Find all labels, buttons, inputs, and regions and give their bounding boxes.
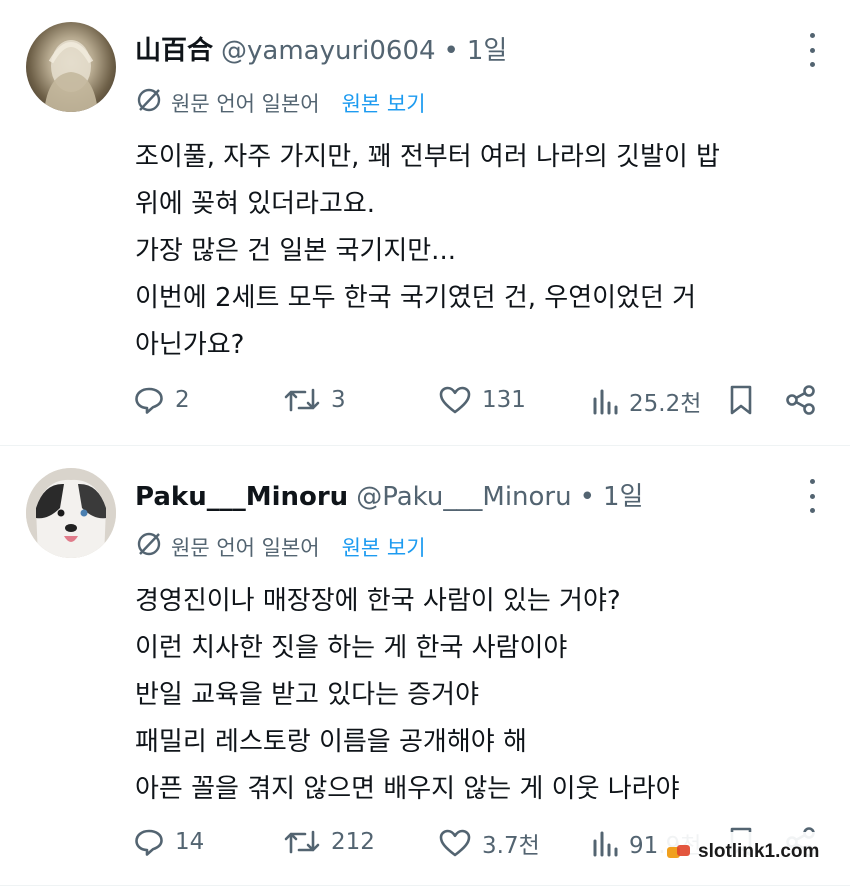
reply-icon: [135, 387, 163, 414]
reply-count: 14: [175, 829, 205, 855]
avatar[interactable]: [26, 22, 116, 112]
tweet-text-line: 반일 교육을 받고 있다는 증거야: [135, 680, 480, 710]
watermark-text: slotlink1.com: [698, 841, 820, 862]
tweet-header: 山百合 @yamayuri0604 • 1일: [135, 30, 507, 67]
avatar[interactable]: [26, 468, 116, 558]
tweet-2[interactable]: Paku___Minoru @Paku___Minoru • 1일 원문 언어 …: [0, 446, 850, 886]
repost-icon: [284, 388, 320, 412]
separator: •: [443, 36, 459, 66]
tweet-text-line: 가장 많은 건 일본 국기지만...: [135, 236, 456, 266]
translation-label: 원문 언어 일본어: [171, 91, 320, 116]
share-button[interactable]: [785, 384, 817, 416]
share-icon: [786, 385, 815, 415]
translation-bar: 원문 언어 일본어 원본 보기: [135, 530, 426, 563]
tweet-text: 조이풀, 자주 가지만, 꽤 전부터 여러 나라의 깃발이 밥 위에 꽂혀 있더…: [135, 134, 825, 369]
bookmark-button[interactable]: [727, 384, 755, 416]
repost-count: 212: [331, 829, 375, 855]
reply-icon: [135, 829, 163, 856]
tweet-1[interactable]: 山百合 @yamayuri0604 • 1일 원문 언어 일본어 원본 보기 조…: [0, 0, 850, 445]
like-count: 3.7천: [482, 833, 540, 859]
translate-icon: [135, 86, 163, 119]
watermark: slotlink1.com: [660, 832, 835, 872]
repost-icon: [284, 830, 320, 854]
tweet-text-line: 패밀리 레스토랑 이름을 공개해야 해: [135, 727, 527, 757]
author-handle[interactable]: @Paku___Minoru: [356, 482, 571, 512]
tweet-text-line: 위에 꽂혀 있더라고요.: [135, 189, 376, 219]
like-count: 131: [482, 387, 526, 413]
heart-icon: [439, 829, 471, 857]
author-name[interactable]: Paku___Minoru: [135, 482, 348, 512]
show-original-link[interactable]: 원본 보기: [342, 532, 426, 562]
views-button[interactable]: 25.2천: [591, 384, 701, 418]
tweet-text-line: 아픈 꼴을 겪지 않으면 배우지 않는 게 이웃 나라야: [135, 774, 680, 804]
tweet-text-line: 이번에 2세트 모두 한국 국기였던 건, 우연이었던 거: [135, 283, 697, 313]
watermark-logo-icon: [666, 841, 692, 863]
translation-label: 원문 언어 일본어: [171, 535, 320, 560]
views-icon: [593, 389, 618, 415]
action-bar: 2 3 131 25.2천: [133, 384, 823, 420]
author-name[interactable]: 山百合: [135, 30, 213, 67]
bookmark-icon: [730, 385, 752, 415]
repost-count: 3: [331, 387, 346, 413]
tweet-text-line: 아닌가요?: [135, 330, 245, 360]
translate-icon: [135, 530, 163, 563]
tweet-text-line: 이런 치사한 짓을 하는 게 한국 사람이야: [135, 633, 568, 663]
author-handle[interactable]: @yamayuri0604: [221, 36, 436, 66]
more-options-icon[interactable]: [808, 479, 816, 513]
view-count: 25.2천: [629, 391, 702, 417]
divider: [0, 885, 850, 886]
show-original-link[interactable]: 원본 보기: [342, 88, 426, 118]
more-options-icon[interactable]: [808, 33, 816, 67]
repost-button[interactable]: 3: [283, 384, 346, 416]
timestamp[interactable]: 1일: [467, 30, 507, 67]
reply-button[interactable]: 2: [133, 384, 190, 416]
reply-count: 2: [175, 387, 190, 413]
reply-button[interactable]: 14: [133, 826, 204, 858]
like-button[interactable]: 131: [438, 384, 526, 416]
repost-button[interactable]: 212: [283, 826, 375, 858]
timestamp[interactable]: 1일: [603, 476, 643, 513]
tweet-text: 경영진이나 매장장에 한국 사람이 있는 거야? 이런 치사한 짓을 하는 게 …: [135, 578, 825, 813]
tweet-text-line: 조이풀, 자주 가지만, 꽤 전부터 여러 나라의 깃발이 밥: [135, 142, 720, 172]
like-button[interactable]: 3.7천: [438, 826, 540, 860]
tweet-header: Paku___Minoru @Paku___Minoru • 1일: [135, 476, 643, 513]
translation-bar: 원문 언어 일본어 원본 보기: [135, 86, 426, 119]
separator: •: [579, 482, 595, 512]
views-icon: [593, 831, 618, 857]
heart-icon: [439, 386, 471, 414]
tweet-text-line: 경영진이나 매장장에 한국 사람이 있는 거야?: [135, 586, 621, 616]
